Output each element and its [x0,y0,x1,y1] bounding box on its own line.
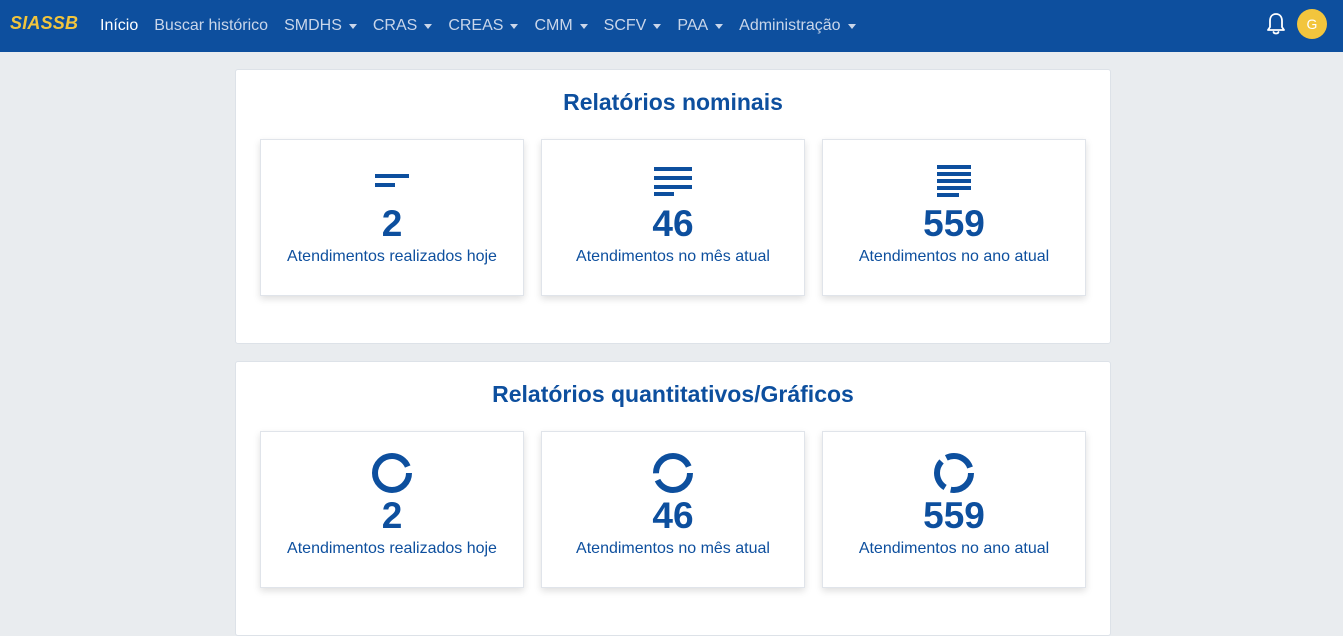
nav-label: SMDHS [284,17,342,34]
nav-label: PAA [677,17,709,34]
card-label: Atendimentos no mês atual [576,248,770,265]
donut-chart-icon [651,453,695,493]
caret-down-icon [424,23,433,29]
caret-down-icon [847,23,856,29]
card-value: 559 [923,203,985,244]
nav-item-buscar-historico[interactable]: Buscar histórico [146,0,276,52]
nav-dropdown-scfv[interactable]: SCFV [596,0,670,52]
user-avatar[interactable]: G [1297,9,1327,39]
report-card-month[interactable]: 46 Atendimentos no mês atual [541,139,805,296]
nav-label: SCFV [603,17,647,34]
chart-card-today[interactable]: 2 Atendimentos realizados hoje [260,431,524,588]
nav-dropdown-cmm[interactable]: CMM [526,0,595,52]
nav-dropdown-smdhs[interactable]: SMDHS [276,0,365,52]
card-value: 46 [652,495,694,536]
report-card-today[interactable]: 2 Atendimentos realizados hoje [260,139,524,296]
card-label: Atendimentos no ano atual [858,248,1050,265]
align-left-short-icon [374,164,410,198]
chart-card-year[interactable]: 559 Atendimentos no ano atual [822,431,1086,588]
card-value: 2 [381,203,403,244]
align-justify-icon [936,164,972,198]
nav-label: Buscar histórico [154,17,269,34]
caret-down-icon [348,23,357,29]
quantitative-reports-panel: Relatórios quantitativos/Gráficos 2 Aten… [235,361,1111,636]
chart-card-month[interactable]: 46 Atendimentos no mês atual [541,431,805,588]
nav-label: CRAS [372,17,418,34]
nav-label: Administração [739,17,841,34]
card-label: Atendimentos no ano atual [858,540,1050,557]
nominal-reports-panel: Relatórios nominais 2 Atendimentos reali… [235,69,1111,344]
donut-chart-icon [370,453,414,493]
donut-chart-icon [932,453,976,493]
card-value: 46 [652,203,694,244]
nav-dropdown-cras[interactable]: CRAS [365,0,440,52]
quantitative-reports-title: Relatórios quantitativos/Gráficos [492,381,854,407]
top-navbar: SIASSB Início Buscar histórico SMDHS CRA… [0,0,1343,52]
card-label: Atendimentos realizados hoje [287,540,497,557]
nominal-reports-title: Relatórios nominais [563,89,783,115]
nav-dropdown-administracao[interactable]: Administração [731,0,863,52]
card-label: Atendimentos realizados hoje [287,248,497,265]
card-value: 559 [923,495,985,536]
nav-item-inicio[interactable]: Início [92,0,146,52]
nav-dropdown-paa[interactable]: PAA [669,0,731,52]
nav-label: Início [100,17,139,34]
report-card-year[interactable]: 559 Atendimentos no ano atual [822,139,1086,296]
caret-down-icon [579,23,588,29]
nav-dropdown-creas[interactable]: CREAS [440,0,526,52]
bell-icon[interactable] [1266,12,1286,36]
nav-label: CMM [534,17,573,34]
main-nav: Início Buscar histórico SMDHS CRAS CREAS… [92,0,864,52]
caret-down-icon [715,23,724,29]
brand-logo[interactable]: SIASSB [10,13,78,34]
caret-down-icon [653,23,662,29]
card-label: Atendimentos no mês atual [576,540,770,557]
card-value: 2 [381,495,403,536]
nav-label: CREAS [448,17,504,34]
caret-down-icon [510,23,519,29]
align-left-icon [653,164,693,198]
